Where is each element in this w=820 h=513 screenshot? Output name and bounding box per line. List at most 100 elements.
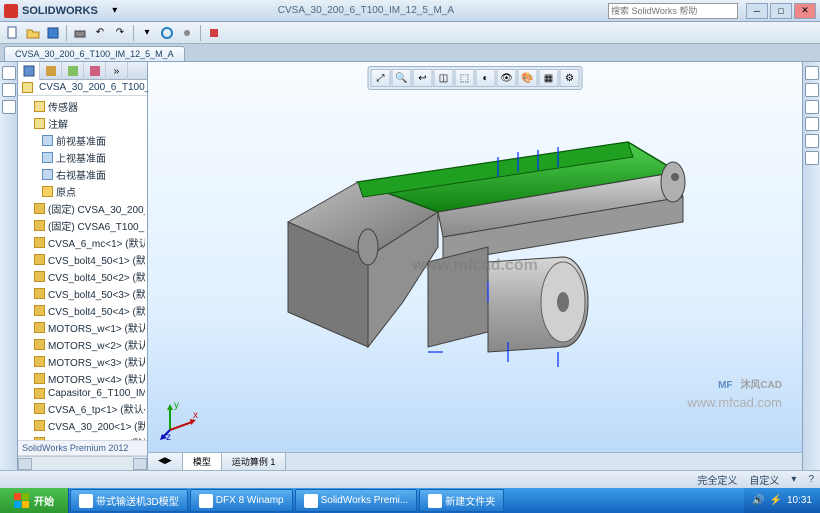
taskbar-item[interactable]: 带式输送机3D模型 — [70, 489, 188, 512]
app-name: SOLIDWORKS — [22, 5, 98, 17]
tree-part-item[interactable]: CVS_bolt4_50<4> (默认<<默 — [20, 302, 145, 319]
undo-icon[interactable]: ↶ — [91, 24, 109, 42]
apply-scene-icon[interactable]: ▦ — [539, 69, 559, 87]
dim-tab-icon[interactable] — [84, 62, 106, 80]
feature-tree-tab-icon[interactable] — [18, 62, 40, 80]
display-tab-icon[interactable]: » — [106, 62, 128, 80]
maximize-button[interactable]: □ — [770, 3, 792, 19]
tray-icon[interactable]: ⚡ — [770, 495, 782, 506]
folder-icon — [34, 101, 45, 112]
part-icon — [34, 237, 45, 248]
tree-part-item[interactable]: CVSA_30_200<1> (默认<<默 — [20, 417, 145, 434]
config-tab-icon[interactable] — [62, 62, 84, 80]
taskbar-item[interactable]: SolidWorks Premi... — [295, 489, 418, 512]
zoom-area-icon[interactable]: 🔍 — [392, 69, 412, 87]
tree-part-item[interactable]: CVS_bolt4_50<2> (默认<<默 — [20, 268, 145, 285]
sw-version-label: SolidWorks Premium 2012 — [18, 440, 147, 456]
doc-tab-active[interactable]: CVSA_30_200_6_T100_IM_12_5_M_A — [4, 46, 185, 61]
tree-annotations[interactable]: 注解 — [20, 115, 145, 132]
close-button[interactable]: ✕ — [794, 3, 816, 19]
display-style-icon[interactable]: ◐ — [476, 69, 496, 87]
search-input[interactable] — [608, 3, 738, 19]
tree-part-item[interactable]: MOTORS_w<3> (默认<<默认> — [20, 353, 145, 370]
minimize-button[interactable]: ─ — [746, 3, 768, 19]
svg-text:y: y — [174, 400, 179, 411]
save-icon[interactable] — [44, 24, 62, 42]
orientation-triad-icon[interactable]: yxz — [160, 400, 200, 440]
zoom-fit-icon[interactable]: ⤢ — [371, 69, 391, 87]
document-title: CVSA_30_200_6_T100_IM_12_5_M_A — [124, 5, 608, 16]
part-icon — [34, 254, 45, 265]
start-button[interactable]: 开始 — [0, 488, 69, 513]
3d-viewport[interactable]: ⤢ 🔍 ↩ ◫ ⬚ ◐ 👁 🎨 ▦ ⚙ — [148, 62, 802, 470]
part-icon — [34, 271, 45, 282]
viewport-tabs: ◀▶ 模型 运动算例 1 — [148, 452, 802, 470]
open-file-icon[interactable] — [24, 24, 42, 42]
assembly-icon — [22, 82, 33, 93]
tree-part-item[interactable]: CVS_bolt4_50<1> (默认<<默 — [20, 251, 145, 268]
prev-view-icon[interactable]: ↩ — [413, 69, 433, 87]
tree-part-item[interactable]: MOTORS_w<1> (默认<<默认> — [20, 319, 145, 336]
folder-icon — [34, 118, 45, 129]
clock[interactable]: 10:31 — [787, 495, 812, 506]
tree-sensors[interactable]: 传感器 — [20, 98, 145, 115]
feature-tree[interactable]: 传感器 注解 前视基准面 上视基准面 右视基准面 原点 (固定) CVSA_30… — [18, 96, 147, 440]
new-file-icon[interactable] — [4, 24, 22, 42]
tree-right-plane[interactable]: 右视基准面 — [20, 166, 145, 183]
rebuild-icon[interactable] — [158, 24, 176, 42]
tab-motion-study[interactable]: 运动算例 1 — [222, 453, 287, 470]
custom-props-tab-icon[interactable] — [805, 151, 819, 165]
system-tray[interactable]: 🔊 ⚡ 10:31 — [744, 488, 820, 513]
tree-origin[interactable]: 原点 — [20, 183, 145, 200]
cmd-icon-1[interactable] — [2, 66, 16, 80]
redo-icon[interactable]: ↷ — [111, 24, 129, 42]
tree-part-item[interactable]: MOTORS_w<2> (默认<<默认> — [20, 336, 145, 353]
tree-part-item[interactable]: Capasitor_6_T100_IM_A<1> — [20, 387, 145, 400]
tree-root[interactable]: CVSA_30_200_6_T100_IM_12_5_M — [18, 80, 147, 96]
tree-front-plane[interactable]: 前视基准面 — [20, 132, 145, 149]
plane-icon — [42, 152, 53, 163]
status-help-icon[interactable]: ? — [808, 474, 814, 485]
windows-logo-icon — [14, 493, 30, 509]
tree-part-item[interactable]: (固定) CVSA_30_200_6_FO_1 — [20, 200, 145, 217]
select-icon[interactable]: ▾ — [138, 24, 156, 42]
options-icon[interactable] — [178, 24, 196, 42]
app-icon — [199, 494, 213, 508]
hide-show-icon[interactable]: 👁 — [497, 69, 517, 87]
taskbar-item[interactable]: DFX 8 Winamp — [190, 489, 293, 512]
tree-part-item[interactable]: CVSA_6_mc<1> (默认<<默认 — [20, 234, 145, 251]
resources-tab-icon[interactable] — [805, 66, 819, 80]
panel-scrollbar[interactable] — [18, 456, 147, 470]
color-icon[interactable] — [205, 24, 223, 42]
tree-part-item[interactable]: CVS_bolt4_50<3> (默认<<默 — [20, 285, 145, 302]
cmd-icon-2[interactable] — [2, 83, 16, 97]
tab-model[interactable]: 模型 — [183, 453, 222, 470]
tree-part-item[interactable]: (固定) CVSA6_T100_IM_13_4 — [20, 217, 145, 234]
taskbar-item[interactable]: 新建文件夹 — [419, 489, 504, 512]
tabs-nav-icon[interactable]: ◀▶ — [148, 453, 183, 470]
appearances-tab-icon[interactable] — [805, 134, 819, 148]
view-settings-icon[interactable]: ⚙ — [560, 69, 580, 87]
edit-appearance-icon[interactable]: 🎨 — [518, 69, 538, 87]
tree-part-item[interactable]: MOTORS_w<4> (默认<<默认> — [20, 370, 145, 387]
windows-taskbar: 开始 带式输送机3D模型DFX 8 WinampSolidWorks Premi… — [0, 488, 820, 513]
tray-icon[interactable]: 🔊 — [752, 495, 764, 506]
menu-dropdown-icon[interactable]: ▾ — [106, 2, 124, 20]
print-icon[interactable] — [71, 24, 89, 42]
tree-top-plane[interactable]: 上视基准面 — [20, 149, 145, 166]
app-icon — [79, 494, 93, 508]
status-edit[interactable]: 自定义 — [749, 472, 779, 487]
scroll-right-icon[interactable] — [133, 458, 147, 470]
cmd-icon-3[interactable] — [2, 100, 16, 114]
view-palette-tab-icon[interactable] — [805, 117, 819, 131]
design-library-tab-icon[interactable] — [805, 83, 819, 97]
scroll-left-icon[interactable] — [18, 458, 32, 470]
feature-manager-panel: » CVSA_30_200_6_T100_IM_12_5_M 传感器 注解 前视… — [18, 62, 148, 470]
svg-text:x: x — [193, 410, 198, 421]
property-tab-icon[interactable] — [40, 62, 62, 80]
file-explorer-tab-icon[interactable] — [805, 100, 819, 114]
origin-icon — [42, 186, 53, 197]
view-orientation-icon[interactable]: ⬚ — [455, 69, 475, 87]
tree-part-item[interactable]: CVSA_6_tp<1> (默认<<默认 — [20, 400, 145, 417]
section-view-icon[interactable]: ◫ — [434, 69, 454, 87]
